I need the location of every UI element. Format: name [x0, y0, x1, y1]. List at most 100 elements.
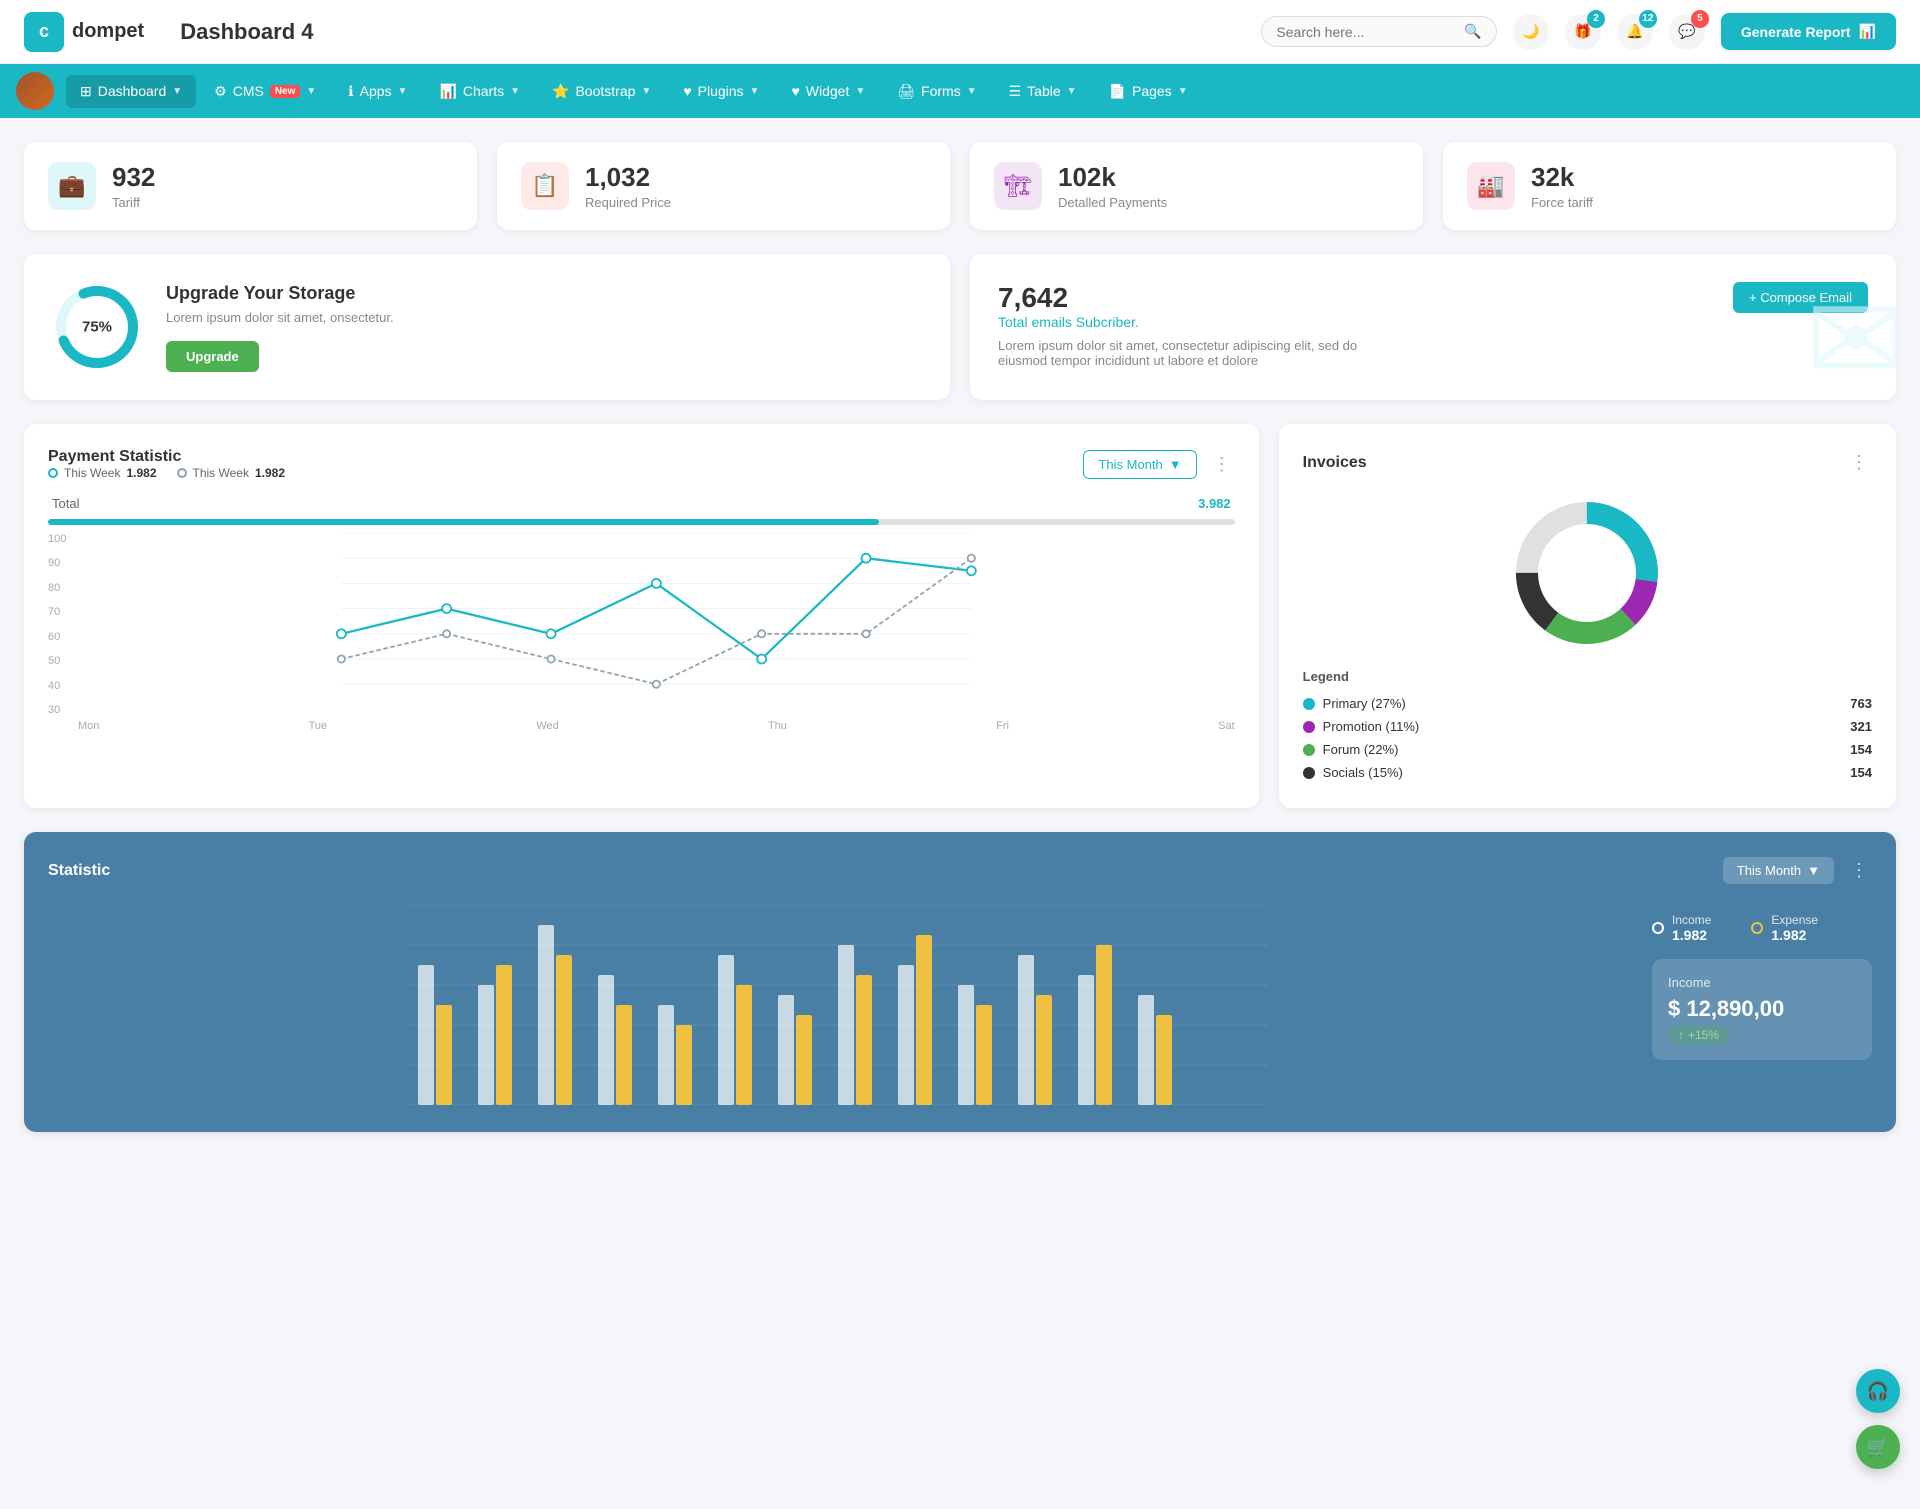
nav-item-apps[interactable]: ℹ Apps ▼ — [334, 75, 421, 108]
legend-label-1: This Week — [64, 466, 120, 480]
stat-card-required-price: 📋 1,032 Required Price — [497, 142, 950, 230]
bell-icon-btn[interactable]: 🔔 12 — [1617, 14, 1653, 50]
legend-this-week-2: This Week 1.982 — [177, 466, 286, 480]
nav-item-table[interactable]: ☰ Table ▼ — [995, 75, 1091, 108]
gift-badge: 2 — [1587, 10, 1605, 28]
upgrade-button[interactable]: Upgrade — [166, 341, 259, 372]
nav-item-dashboard[interactable]: ⊞ Dashboard ▼ — [66, 75, 196, 108]
expense-info: Expense 1.982 — [1771, 913, 1818, 943]
stat-cards-grid: 💼 932 Tariff 📋 1,032 Required Price 🏗 10… — [24, 142, 1896, 230]
nav-item-forms[interactable]: 🖨 Forms ▼ — [883, 75, 990, 108]
moon-icon: 🌙 — [1522, 23, 1539, 40]
storage-title: Upgrade Your Storage — [166, 283, 394, 304]
force-tariff-value: 32k — [1531, 162, 1593, 193]
nav-item-widget[interactable]: ♥ Widget ▼ — [777, 75, 879, 107]
stat-card-detailed-payments: 🏗 102k Detalled Payments — [970, 142, 1423, 230]
nav-item-bootstrap[interactable]: ⭐ Bootstrap ▼ — [538, 75, 665, 108]
upgrade-label: Upgrade — [186, 349, 239, 364]
line-chart-area: Mon Tue Wed Thu Fri Sat — [78, 533, 1235, 736]
invoices-menu-button[interactable]: ⋮ — [1846, 448, 1872, 477]
email-background-icon: ✉ — [1805, 271, 1896, 400]
cms-new-badge: New — [270, 85, 301, 98]
stat-card-tariff-info: 932 Tariff — [112, 162, 155, 210]
statistic-title: Statistic — [48, 862, 110, 880]
statistic-header-right: This Month ▼ ⋮ — [1723, 856, 1872, 885]
chart-header-left: Payment Statistic This Week 1.982 This W… — [48, 448, 285, 480]
income-item: Income 1.982 — [1652, 913, 1711, 943]
total-progress-track — [48, 519, 1235, 525]
total-progress-bar — [48, 519, 1235, 525]
nav-item-pages[interactable]: 📄 Pages ▼ — [1095, 75, 1202, 108]
apps-icon: ℹ — [348, 83, 353, 100]
generate-report-button[interactable]: Generate Report 📊 — [1721, 13, 1896, 50]
statistic-bar-header: Statistic This Month ▼ ⋮ — [48, 856, 1872, 885]
filter-chevron-icon: ▼ — [1169, 457, 1182, 472]
cms-icon: ⚙ — [214, 83, 227, 100]
headset-icon: 🎧 — [1867, 1381, 1889, 1402]
income-label: Income — [1672, 913, 1711, 927]
legend-dot-gray — [177, 468, 187, 478]
float-cart-button[interactable]: 🛒 — [1856, 1425, 1900, 1469]
nav-apps-label: Apps — [360, 83, 392, 99]
income-dot — [1652, 922, 1664, 934]
charts-chevron-icon: ▼ — [510, 86, 520, 97]
nav-item-charts[interactable]: 📊 Charts ▼ — [425, 75, 534, 108]
widget-chevron-icon: ▼ — [855, 86, 865, 97]
moon-icon-btn[interactable]: 🌙 — [1513, 14, 1549, 50]
detailed-payments-label: Detalled Payments — [1058, 195, 1167, 210]
nav-cms-label: CMS — [233, 83, 264, 99]
nav-item-cms[interactable]: ⚙ CMS New ▼ — [200, 75, 330, 108]
chart-total-row: Total 3.982 — [48, 496, 1235, 511]
nav-forms-label: Forms — [921, 83, 961, 99]
y-axis: 100 90 80 70 60 50 40 30 — [48, 533, 78, 736]
line-chart-svg — [78, 533, 1235, 713]
forms-chevron-icon: ▼ — [967, 86, 977, 97]
tariff-icon: 💼 — [48, 162, 96, 210]
required-price-label: Required Price — [585, 195, 671, 210]
search-input[interactable] — [1276, 24, 1456, 40]
legend-socials-count: 154 — [1850, 765, 1872, 780]
statistic-bar-card: Statistic This Month ▼ ⋮ — [24, 832, 1896, 1132]
float-support-button[interactable]: 🎧 — [1856, 1369, 1900, 1413]
invoices-card: Invoices ⋮ Legend — [1279, 424, 1896, 808]
search-box[interactable]: 🔍 — [1261, 16, 1496, 47]
legend-row-primary: Primary (27%) 763 — [1303, 692, 1872, 715]
tariff-label: Tariff — [112, 195, 155, 210]
legend-value-2: 1.982 — [255, 466, 285, 480]
statistic-right-panel: Income 1.982 Expense 1.982 Income $ — [1652, 901, 1872, 1108]
legend-primary-left: Primary (27%) — [1303, 696, 1406, 711]
required-price-value: 1,032 — [585, 162, 671, 193]
bell-badge: 12 — [1639, 10, 1657, 28]
income-value: 1.982 — [1672, 927, 1711, 943]
chart-header: Payment Statistic This Week 1.982 This W… — [48, 448, 1235, 480]
tariff-value: 932 — [112, 162, 155, 193]
gift-icon-btn[interactable]: 🎁 2 — [1565, 14, 1601, 50]
force-tariff-icon: 🏭 — [1467, 162, 1515, 210]
storage-info: Upgrade Your Storage Lorem ipsum dolor s… — [166, 283, 394, 372]
legend-socials-label: Socials (15%) — [1323, 765, 1403, 780]
nav-avatar — [16, 72, 54, 110]
chat-icon-btn[interactable]: 💬 5 — [1669, 14, 1705, 50]
nav-item-plugins[interactable]: ♥ Plugins ▼ — [669, 75, 773, 107]
chart-legend: This Week 1.982 This Week 1.982 — [48, 466, 285, 480]
legend-primary-color — [1303, 698, 1315, 710]
income-panel-label: Income — [1668, 975, 1856, 990]
chart-menu-button[interactable]: ⋮ — [1209, 450, 1235, 479]
nav-plugins-label: Plugins — [698, 83, 744, 99]
search-icon[interactable]: 🔍 — [1464, 23, 1481, 40]
generate-report-label: Generate Report — [1741, 24, 1851, 40]
legend-row-socials: Socials (15%) 154 — [1303, 761, 1872, 784]
pages-chevron-icon: ▼ — [1178, 86, 1188, 97]
navbar: ⊞ Dashboard ▼ ⚙ CMS New ▼ ℹ Apps ▼ 📊 Cha… — [0, 64, 1920, 118]
nav-bootstrap-label: Bootstrap — [575, 83, 635, 99]
line-chart-wrapper: 100 90 80 70 60 50 40 30 — [48, 533, 1235, 736]
income-badge-value: +15% — [1688, 1028, 1719, 1042]
this-month-filter-button[interactable]: This Month ▼ — [1083, 450, 1196, 479]
legend-promotion-count: 321 — [1850, 719, 1872, 734]
statistic-month-filter-button[interactable]: This Month ▼ — [1723, 857, 1834, 884]
forms-icon: 🖨 — [897, 83, 915, 100]
logo-text: dompet — [72, 20, 144, 43]
invoices-header: Invoices ⋮ — [1303, 448, 1872, 477]
nav-widget-label: Widget — [806, 83, 850, 99]
statistic-menu-button[interactable]: ⋮ — [1846, 856, 1872, 885]
